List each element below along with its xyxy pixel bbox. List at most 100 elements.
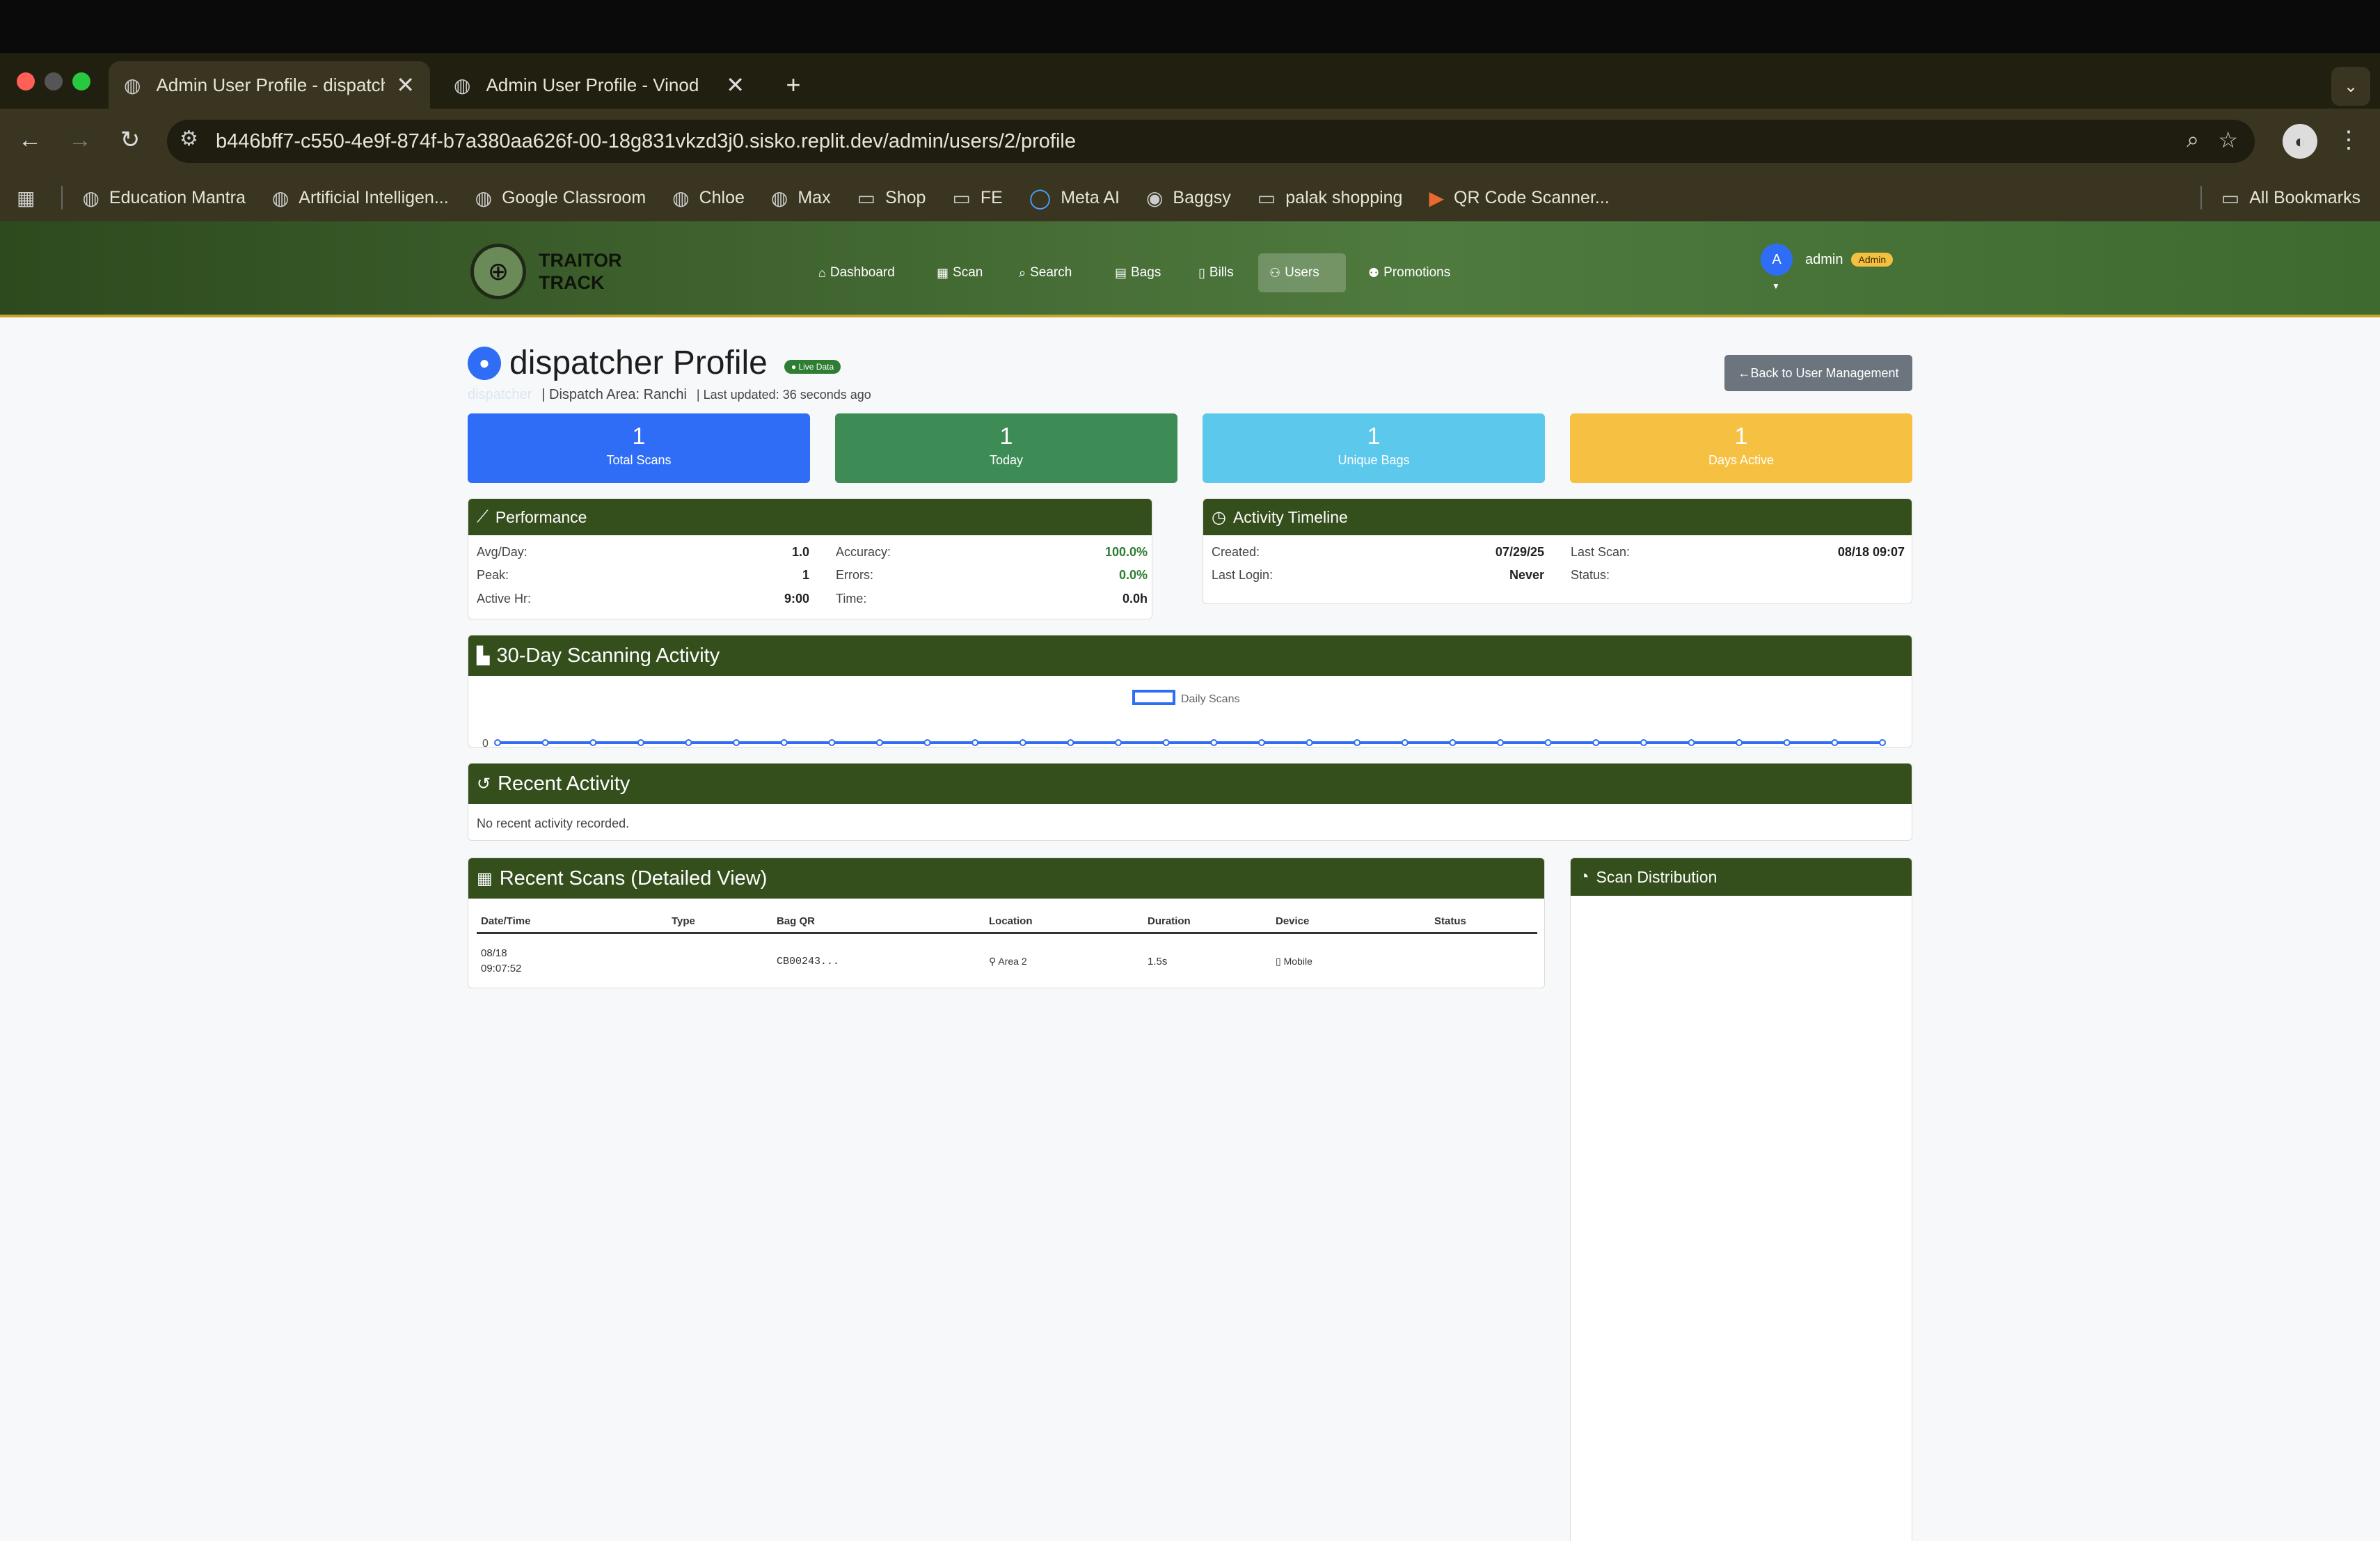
column-header: Bag QR: [777, 915, 816, 927]
bookmark-item[interactable]: ◍ Artificial Intelligen...: [272, 187, 449, 210]
apps-grid-icon[interactable]: ▦: [17, 187, 45, 210]
back-to-user-management-button[interactable]: ← Back to User Management: [1724, 355, 1912, 391]
bookmark-folder[interactable]: ▭ palak shopping: [1258, 187, 1403, 210]
data-point: [828, 739, 836, 746]
browser-tab-active[interactable]: ◍ Admin User Profile - dispatch ✕: [109, 61, 430, 109]
bookmark-folder[interactable]: ▭ FE: [952, 187, 1002, 210]
data-point: [1258, 739, 1265, 746]
panel-header: ◷ Activity Timeline: [1203, 499, 1912, 535]
all-bookmarks[interactable]: ▭ All Bookmarks: [2221, 187, 2361, 210]
data-point: [1449, 739, 1457, 746]
data-point: [1497, 739, 1505, 746]
data-point: [1592, 739, 1600, 746]
new-tab-button[interactable]: +: [772, 61, 814, 109]
boxes-icon: ▤: [1115, 265, 1127, 280]
performance-panel: ⟋ Performance Avg/Day: 1.0 Peak: 1 Active…: [468, 498, 1152, 619]
nav-search[interactable]: ⌕ Search: [1008, 253, 1083, 292]
accuracy-value: 100.0%: [1104, 545, 1148, 559]
crosshair-logo-icon: ⊕: [470, 244, 526, 299]
bookmark-item[interactable]: ◍ Max: [771, 187, 831, 210]
location-cell: ⚲ Area 2: [989, 956, 1027, 967]
users-icon: ⚇: [1269, 265, 1281, 280]
column-header: Duration: [1148, 915, 1191, 927]
data-point: [971, 739, 979, 746]
back-arrow-icon[interactable]: ←: [13, 123, 47, 157]
clock-icon: ◷: [1212, 507, 1226, 527]
profile-avatar-icon[interactable]: ◐: [2283, 124, 2317, 159]
stat-unique-bags: 1 Unique Bags: [1203, 413, 1545, 483]
panel-header: ▙ 30-Day Scanning Activity: [468, 635, 1912, 676]
browser-chrome: ◍ Admin User Profile - dispatch ✕ ◍ Admi…: [0, 0, 2380, 221]
close-tab-icon[interactable]: ✕: [726, 72, 745, 98]
nav-users[interactable]: ⚇ Users: [1258, 253, 1346, 292]
star-icon[interactable]: ☆: [2218, 127, 2238, 153]
last-updated: | Last updated: 36 seconds ago: [696, 388, 871, 402]
bookmark-item[interactable]: ◍ Google Classroom: [475, 187, 646, 210]
column-header: Status: [1434, 915, 1466, 927]
data-point: [1783, 739, 1791, 746]
home-icon: ⌂: [818, 265, 826, 280]
folder-icon: ▭: [952, 187, 971, 209]
user-menu[interactable]: A admin Admin ▼: [1761, 244, 1894, 291]
nav-promotions[interactable]: ⚉ Promotions: [1357, 253, 1461, 292]
empty-activity-message: No recent activity recorded.: [477, 816, 630, 830]
app-logo[interactable]: ⊕ TRAITOR TRACK: [470, 244, 622, 299]
stat-total-scans: 1 Total Scans: [468, 413, 810, 483]
zoom-icon[interactable]: ⌕: [2187, 127, 2199, 153]
app-navbar: ⊕ TRAITOR TRACK ⌂ Dashboard ▦ Scan ⌕ Search …: [0, 221, 2380, 317]
web-page: ⊕ TRAITOR TRACK ⌂ Dashboard ▦ Scan ⌕ Search …: [0, 221, 2380, 1541]
folder-icon: ▭: [1257, 187, 1276, 209]
bookmark-item[interactable]: ▶ QR Code Scanner...: [1429, 187, 1609, 210]
last-login-value: Never: [1509, 568, 1544, 582]
created-value: 07/29/25: [1495, 545, 1544, 559]
forward-arrow-icon[interactable]: →: [63, 123, 97, 157]
data-point: [1401, 739, 1409, 746]
panel-header: ▦ Recent Scans (Detailed View): [468, 858, 1544, 899]
menu-dots-icon[interactable]: ⋮: [2331, 123, 2366, 157]
scanning-activity-panel: ▙30-Day Scanning Activity 0Daily Scans07…: [468, 635, 1912, 748]
errors-value: 0.0%: [1118, 568, 1148, 582]
data-point: [637, 739, 644, 746]
close-window-button[interactable]: [17, 72, 35, 90]
nav-dashboard[interactable]: ⌂ Dashboard: [807, 253, 906, 292]
data-point: [1019, 739, 1026, 746]
reload-icon[interactable]: ↻: [113, 123, 148, 157]
data-point: [541, 739, 549, 746]
data-point: [1067, 739, 1074, 746]
globe-icon: ◍: [271, 187, 289, 209]
nav-bills[interactable]: ▯ Bills: [1187, 253, 1245, 292]
maximize-window-button[interactable]: [72, 72, 90, 90]
bookmark-item[interactable]: ◍ Education Mantra: [82, 187, 245, 210]
data-point: [589, 739, 597, 746]
recent-activity-panel: ↺ Recent Activity No recent activity reco…: [468, 763, 1912, 841]
close-tab-icon[interactable]: ✕: [396, 72, 415, 98]
panel-header: ⟋ Performance: [468, 499, 1152, 535]
globe-icon: ◍: [454, 74, 471, 96]
meta-ai-icon: ◯: [1029, 187, 1052, 209]
role-text: dispatcher: [468, 387, 532, 402]
data-point: [1879, 739, 1886, 746]
bookmark-divider: [61, 186, 63, 210]
bookmark-folder[interactable]: ▭ Shop: [857, 187, 926, 210]
minimize-window-button[interactable]: [45, 72, 63, 90]
user-cog-icon: ⚉: [1368, 265, 1380, 280]
panel-header: ◔ Scan Distribution: [1571, 858, 1912, 896]
address-bar[interactable]: ⚙ b446bff7-c550-4e9f-874f-b7a380aa626f-0…: [167, 120, 2255, 163]
bookmark-item[interactable]: ◯ Meta AI: [1029, 187, 1120, 210]
globe-icon: ◍: [475, 187, 493, 209]
bookmark-item[interactable]: ◉ Baggsy: [1146, 187, 1231, 210]
avg-day-value: 1.0: [791, 545, 809, 559]
tab-search-chevron-icon[interactable]: ⌄: [2331, 67, 2370, 106]
scan-distribution-panel: ◔ Scan Distribution: [1570, 858, 1912, 1541]
map-marker-icon: ⚲: [989, 956, 997, 967]
qr-grid-icon: ▦: [477, 869, 493, 888]
globe-icon: ◍: [770, 187, 788, 209]
data-point: [1736, 739, 1743, 746]
browser-tab[interactable]: ◍ Admin User Profile - Vinod ✕: [438, 61, 760, 109]
user-circle-icon: ●: [468, 346, 501, 380]
site-settings-icon[interactable]: ⚙: [180, 127, 198, 151]
nav-scan[interactable]: ▦ Scan: [926, 253, 994, 292]
nav-bags[interactable]: ▤ Bags: [1104, 253, 1172, 292]
panel-header: ↺ Recent Activity: [468, 764, 1912, 804]
bookmark-item[interactable]: ◍ Chloe: [672, 187, 745, 210]
